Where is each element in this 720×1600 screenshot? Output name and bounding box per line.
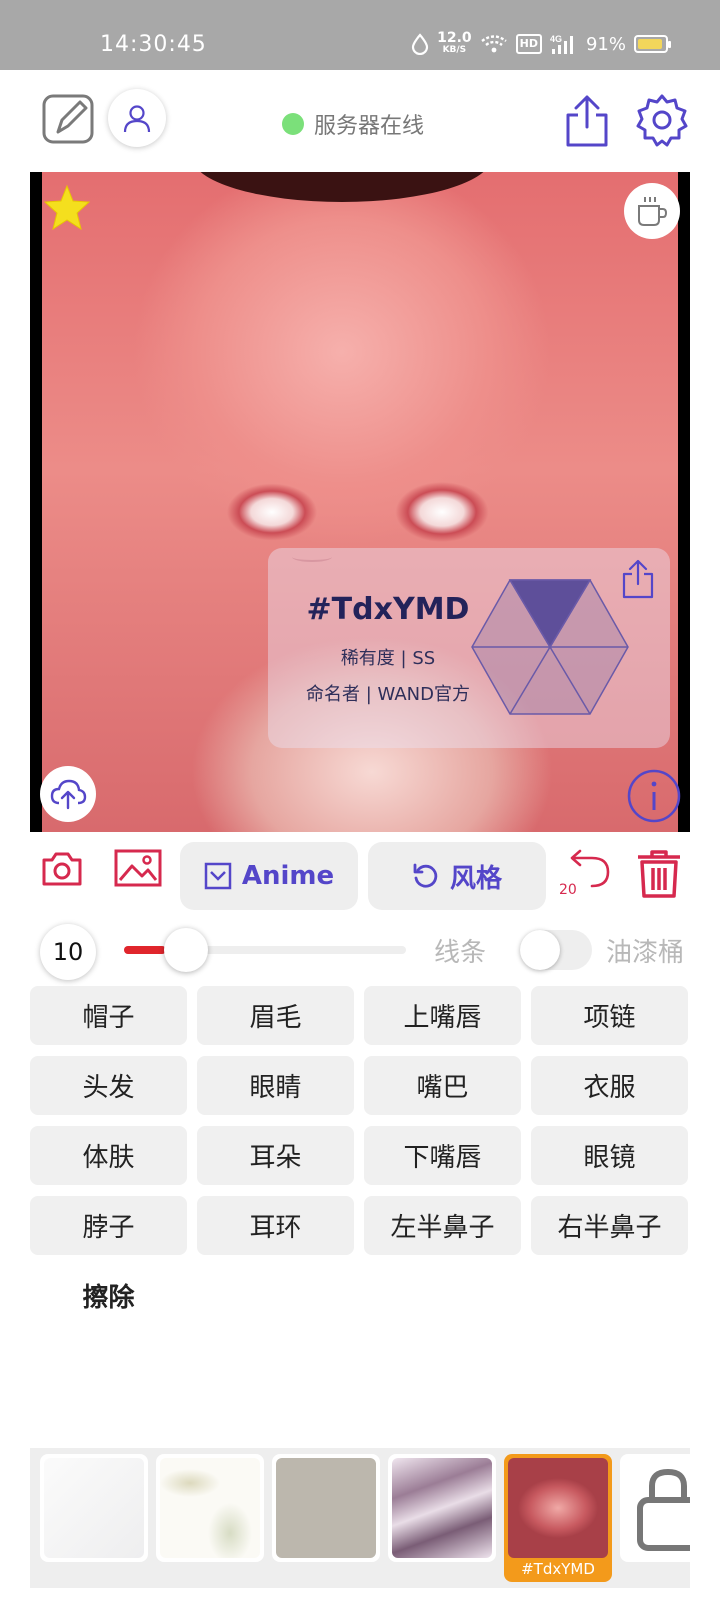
style-thumbnail[interactable] [40,1454,148,1562]
style-info-card: #TdxYMD 稀有度 | SS 命名者 | WAND官方 [268,548,670,748]
battery-percent: 91% [585,33,626,55]
selected-thumbnail-label: #TdxYMD [521,1560,595,1578]
gear-icon [636,94,688,147]
battery-icon [634,35,671,53]
segment-button-eyebrows[interactable]: 眉毛 [197,986,354,1045]
segment-button-clothes[interactable]: 衣服 [531,1056,688,1115]
network-speed: 12.0 KB/S [437,30,472,56]
settings-button[interactable] [634,92,690,148]
share-button[interactable] [560,92,614,150]
brush-size-slider-thumb[interactable] [164,928,209,972]
line-mode-label: 线条 [434,938,487,968]
gallery-image-icon[interactable] [114,848,162,888]
style-label: 风格 [449,863,502,894]
segment-button-mouth[interactable]: 嘴巴 [364,1056,521,1115]
segment-button-earrings[interactable]: 耳环 [197,1196,354,1255]
svg-text:4G: 4G [550,34,562,44]
segment-button-lower-lip[interactable]: 下嘴唇 [364,1126,521,1185]
style-thumbnail[interactable] [388,1454,496,1562]
rarity-hexagon-icon [471,579,629,715]
cellular-signal-icon: 4G [550,34,573,54]
segment-button-right-nose[interactable]: 右半鼻子 [531,1196,688,1255]
user-icon [123,105,151,133]
trash-icon[interactable] [634,848,684,900]
segment-button-skin[interactable]: 体肤 [30,1126,187,1185]
segment-button-ears[interactable]: 耳朵 [197,1126,354,1185]
segment-button-hair[interactable]: 头发 [30,1056,187,1115]
segment-button-glasses[interactable]: 眼镜 [531,1126,688,1185]
network-speed-unit: KB/S [442,45,467,55]
lock-icon [637,1468,690,1551]
paint-bucket-label: 油漆桶 [606,938,685,968]
paint-bucket-toggle-knob [520,930,560,970]
segment-button-necklace[interactable]: 项链 [531,986,688,1045]
wifi-icon [480,35,507,53]
brush-size-value: 10 [40,924,96,980]
segment-button-eyes[interactable]: 眼睛 [197,1056,354,1115]
style-thumbnail-strip[interactable]: #TdxYMD [30,1448,690,1588]
paint-bucket-toggle[interactable] [520,930,592,970]
profile-button[interactable] [108,89,166,147]
status-time: 14:30:45 [100,32,207,57]
cloud-upload-button[interactable] [40,766,96,822]
style-thumbnail[interactable] [272,1454,380,1562]
status-bar: 14:30:45 12.0 KB/S HD 4G 91% [0,0,720,70]
data-saver-icon [411,33,429,55]
segment-button-upper-lip[interactable]: 上嘴唇 [364,986,521,1045]
favorite-star-icon[interactable] [42,184,92,232]
style-button[interactable]: 风格 [368,842,546,910]
rotate-left-icon [413,863,438,888]
info-icon[interactable] [626,768,682,824]
status-icons: 12.0 KB/S HD 4G 91% [411,30,671,58]
server-status-label: 服务器在线 [314,114,425,139]
segment-button-neck[interactable]: 脖子 [30,1196,187,1255]
hd-icon: HD [515,34,542,54]
model-select-button[interactable]: Anime [180,842,358,910]
segment-grid: 帽子 眉毛 上嘴唇 项链 头发 眼睛 嘴巴 衣服 体肤 耳朵 下嘴唇 眼镜 脖子… [30,986,690,1255]
camera-icon[interactable] [40,848,84,888]
checkbox-icon [204,862,232,890]
style-thumbnail[interactable] [156,1454,264,1562]
brush-size-slider-fill [124,946,167,954]
edit-button[interactable] [42,92,96,146]
server-status-dot [282,113,304,135]
model-label: Anime [241,861,335,891]
erase-button[interactable]: 擦除 [30,1266,187,1325]
locked-thumbnail[interactable] [620,1454,690,1562]
undo-count: 20 [559,882,577,898]
style-thumbnail-selected[interactable]: #TdxYMD [504,1454,612,1582]
server-status: 服务器在线 [282,108,424,140]
coffee-cup-icon [638,197,668,226]
share-icon [566,95,608,147]
coffee-button[interactable] [624,183,680,239]
network-speed-value: 12.0 [437,30,472,46]
segment-button-hat[interactable]: 帽子 [30,986,187,1045]
edit-pen-icon [42,94,94,144]
segment-button-left-nose[interactable]: 左半鼻子 [364,1196,521,1255]
cloud-upload-icon [50,779,87,810]
